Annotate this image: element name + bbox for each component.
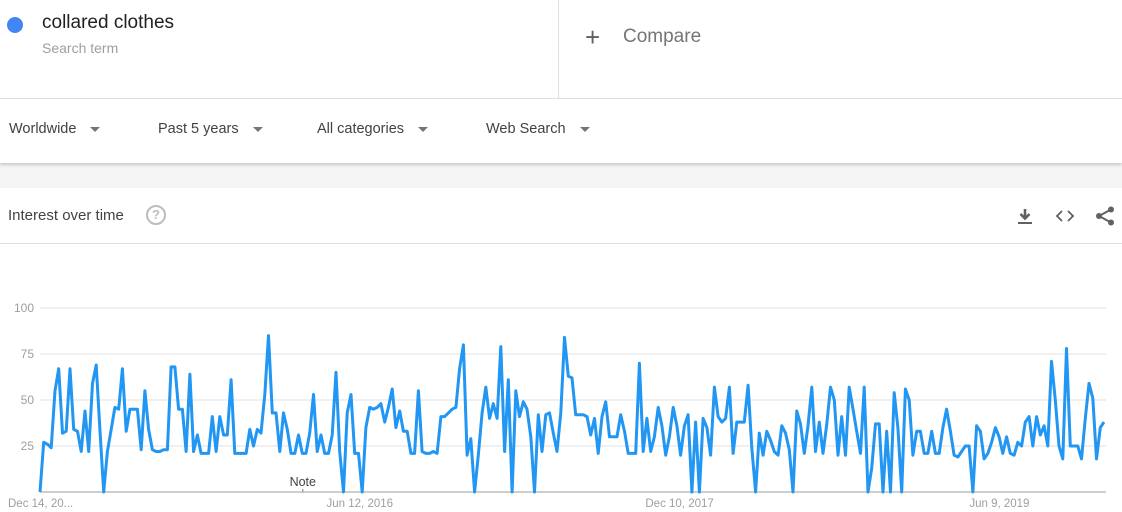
note-annotation[interactable]: Note (290, 475, 316, 489)
caret-down-icon (90, 126, 101, 132)
share-icon[interactable] (1093, 204, 1117, 228)
x-tick-label: Dec 10, 2017 (645, 498, 713, 510)
x-tick-label: Jun 12, 2016 (327, 498, 394, 510)
y-tick-label: 50 (21, 393, 35, 407)
download-icon[interactable] (1013, 204, 1037, 228)
compare-label: Compare (623, 26, 702, 47)
category-dropdown-label: All categories (317, 121, 405, 137)
plus-icon: + (585, 22, 601, 52)
region-dropdown-label: Worldwide (9, 121, 77, 137)
region-dropdown[interactable]: Worldwide (9, 121, 101, 137)
series-line-collared-clothes[interactable] (38, 334, 1106, 494)
time-range-dropdown[interactable]: Past 5 years (158, 121, 263, 137)
search-term-label: Search term (42, 40, 119, 56)
y-tick-label: 25 (21, 439, 35, 453)
card-header: Interest over time ? (0, 188, 1122, 244)
search-type-dropdown-label: Web Search (486, 121, 566, 137)
search-term[interactable]: collared clothes (42, 12, 174, 34)
search-term-card[interactable]: collared clothes Search term (0, 0, 559, 98)
y-tick-label: 75 (21, 347, 35, 361)
time-range-dropdown-label: Past 5 years (158, 121, 239, 137)
x-tick-label: Jun 9, 2019 (969, 498, 1029, 510)
filter-bar: Worldwide Past 5 years All categories We… (0, 99, 1122, 163)
interest-over-time-card: Interest over time ? 100 75 50 25 Dec 14, 2… (0, 188, 1122, 512)
caret-down-icon (252, 126, 263, 132)
series-color-dot (7, 17, 23, 33)
caret-down-icon (418, 126, 429, 132)
y-tick-label: 100 (14, 301, 34, 315)
category-dropdown[interactable]: All categories (317, 121, 429, 137)
search-header: collared clothes Search term + Compare (0, 0, 1122, 99)
search-type-dropdown[interactable]: Web Search (486, 121, 590, 137)
interest-chart: 100 75 50 25 Dec 14, 20... Jun 12, 2016 Dec 1… (8, 301, 1106, 510)
card-title: Interest over time (8, 207, 124, 224)
compare-button[interactable]: + Compare (585, 24, 701, 50)
x-tick-label: Dec 14, 20... (8, 498, 73, 510)
help-icon[interactable]: ? (146, 205, 166, 225)
caret-down-icon (579, 126, 590, 132)
embed-icon[interactable] (1053, 204, 1077, 228)
